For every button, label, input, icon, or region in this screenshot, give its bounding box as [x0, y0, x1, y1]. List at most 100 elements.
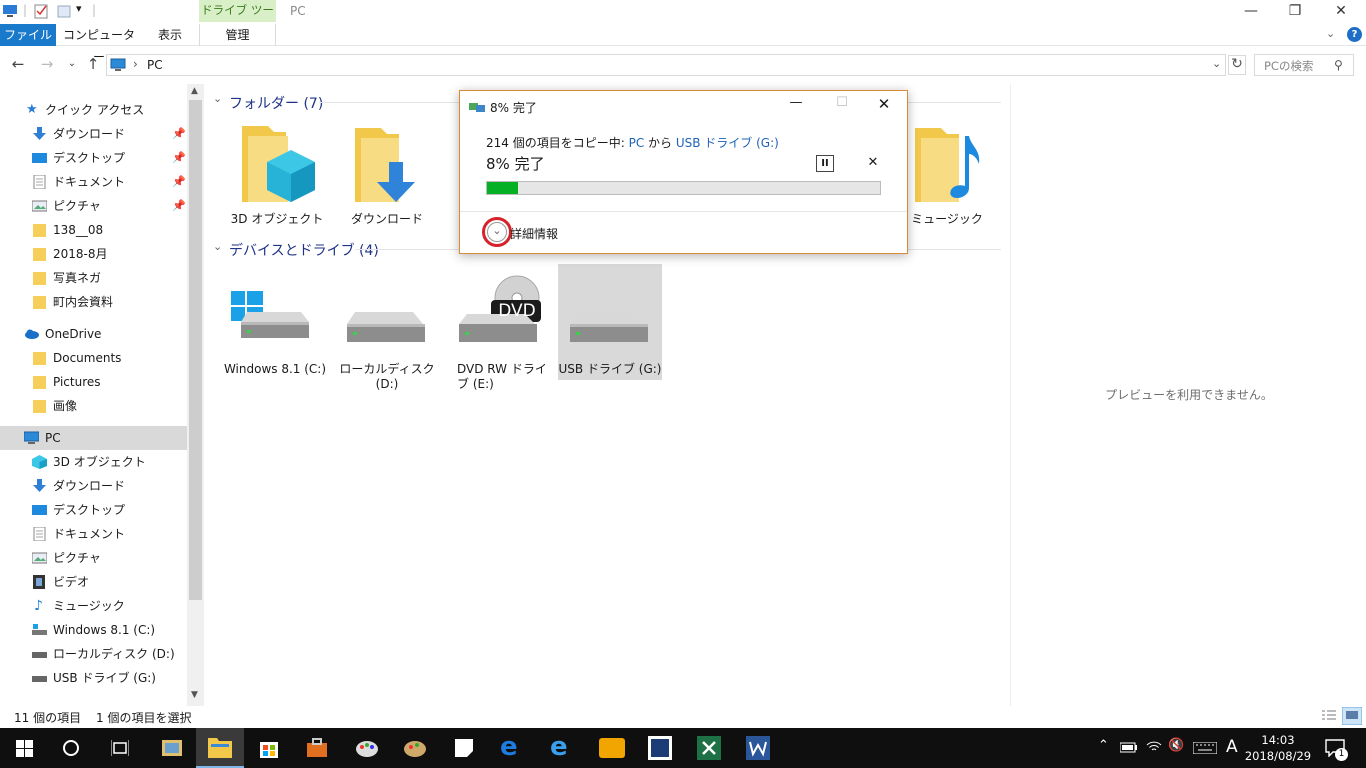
scrollbar-thumb[interactable] [189, 100, 202, 600]
nav-item-desktop[interactable]: デスクトップ 📌 [0, 146, 188, 170]
nav-item-documents[interactable]: ドキュメント 📌 [0, 170, 188, 194]
clock[interactable]: 14:03 2018/08/29 [1242, 732, 1314, 764]
wifi-icon[interactable] [1146, 740, 1162, 754]
minimize-button[interactable]: — [1228, 0, 1274, 24]
up-icon[interactable]: ↑ [83, 56, 103, 74]
folder-music[interactable]: ミュージック [895, 118, 999, 238]
nav-item-documents[interactable]: ドキュメント [0, 522, 188, 546]
toolbox-icon[interactable] [305, 736, 329, 760]
nav-item-folder[interactable]: Documents [0, 346, 188, 370]
nav-item-pictures[interactable]: ピクチャ 📌 [0, 194, 188, 218]
nav-item-drive-d[interactable]: ローカルディスク (D:) [0, 642, 188, 666]
destination-link[interactable]: USB ドライブ (G:) [676, 136, 779, 150]
volume-muted-icon[interactable]: 🔇 [1168, 738, 1184, 753]
photo-app-icon[interactable] [160, 736, 184, 760]
collapse-chevron-icon[interactable]: ⌄ [213, 240, 222, 253]
dialog-maximize-button[interactable]: ☐ [828, 95, 856, 110]
task-view-icon[interactable] [111, 740, 129, 756]
close-button[interactable]: ✕ [1318, 0, 1364, 24]
address-dropdown-icon[interactable]: ⌄ [1212, 57, 1221, 70]
collapse-chevron-icon[interactable]: ⌄ [213, 92, 222, 105]
forward-icon[interactable]: → [37, 56, 57, 74]
pause-button[interactable]: II [816, 155, 834, 172]
drive-e[interactable]: DVD DVD RW ドライブ (E:) [447, 264, 551, 391]
pin-icon[interactable]: 📌 [172, 122, 186, 146]
file-explorer-taskbar-button[interactable] [196, 728, 244, 768]
windows-start-icon[interactable] [16, 740, 33, 757]
nav-item-folder[interactable]: 写真ネガ [0, 266, 188, 290]
new-folder-icon[interactable] [56, 3, 72, 19]
address-bar[interactable]: › PC ⌄ [106, 54, 1226, 76]
details-view-icon[interactable] [1321, 709, 1337, 723]
ribbon-expand-icon[interactable]: ⌄ [1326, 27, 1335, 40]
drive-g[interactable]: USB ドライブ (G:) [558, 264, 662, 380]
source-link[interactable]: PC [629, 136, 645, 150]
restore-button[interactable]: ❐ [1272, 0, 1318, 24]
nav-item-folder[interactable]: 町内会資料 [0, 290, 188, 314]
more-details-button[interactable]: ⌄ [482, 217, 512, 247]
drive-tools-tab[interactable]: ドライブ ツール [199, 0, 276, 37]
tab-computer[interactable]: コンピューター [60, 24, 138, 64]
nav-item-drive-c[interactable]: Windows 8.1 (C:) [0, 618, 188, 642]
qat-dropdown-icon[interactable]: ▾ [76, 2, 82, 15]
large-icons-view-icon[interactable] [1342, 707, 1362, 725]
nav-onedrive[interactable]: OneDrive [0, 322, 188, 346]
folder-3d-objects[interactable]: 3D オブジェクト [225, 118, 329, 238]
ime-mode-indicator[interactable]: A [1226, 737, 1238, 757]
nav-item-downloads[interactable]: ダウンロード [0, 474, 188, 498]
computer-icon[interactable] [2, 3, 18, 19]
drive-c[interactable]: Windows 8.1 (C:) [223, 264, 327, 380]
pin-icon[interactable]: 📌 [172, 170, 186, 194]
back-icon[interactable]: ← [8, 56, 28, 74]
pin-icon[interactable]: 📌 [172, 194, 186, 218]
dialog-close-button[interactable]: ✕ [870, 95, 898, 113]
tab-view[interactable]: 表示 [146, 24, 194, 46]
help-icon[interactable]: ? [1347, 27, 1362, 42]
tab-file[interactable]: ファイル [0, 24, 56, 46]
palette-icon[interactable] [402, 736, 428, 760]
cancel-copy-button[interactable]: ✕ [864, 155, 882, 172]
excel-icon[interactable] [697, 736, 721, 760]
refresh-icon[interactable]: ↻ [1228, 55, 1246, 75]
nav-item-videos[interactable]: ビデオ [0, 570, 188, 594]
nav-item-downloads[interactable]: ダウンロード 📌 [0, 122, 188, 146]
scroll-up-icon[interactable]: ▲ [191, 86, 198, 96]
pin-icon[interactable]: 📌 [172, 146, 186, 170]
devices-group-header[interactable]: デバイスとドライブ (4) [229, 240, 379, 260]
nav-item-folder[interactable]: 画像 [0, 394, 188, 418]
folder-downloads[interactable]: ダウンロード [335, 118, 439, 238]
tab-manage[interactable]: 管理 [199, 24, 276, 46]
nav-item-folder[interactable]: Pictures [0, 370, 188, 394]
breadcrumb-pc[interactable]: PC [147, 58, 163, 72]
scroll-down-icon[interactable]: ▼ [191, 690, 198, 700]
more-details-label[interactable]: 詳細情報 [510, 225, 558, 242]
sticky-notes-icon[interactable] [453, 737, 475, 759]
word-icon[interactable] [746, 736, 770, 760]
folders-group-header[interactable]: フォルダー (7) [229, 93, 323, 113]
nav-scrollbar[interactable]: ▲ ▼ [187, 84, 204, 706]
nav-item-music[interactable]: ♪ ミュージック [0, 594, 188, 618]
battery-icon[interactable] [1120, 741, 1138, 753]
nav-quick-access[interactable]: ★ クイック アクセス [0, 98, 188, 122]
nav-item-folder[interactable]: 2018-8月 [0, 242, 188, 266]
ime-pad-icon[interactable] [648, 736, 672, 760]
nav-item-pictures[interactable]: ピクチャ [0, 546, 188, 570]
search-icon[interactable]: ⚲ [1334, 58, 1343, 72]
recent-dropdown-icon[interactable]: ⌄ [62, 56, 82, 74]
edge-icon[interactable]: e [500, 732, 518, 762]
paint-icon[interactable] [354, 736, 380, 760]
dialog-minimize-button[interactable]: — [782, 95, 810, 110]
nav-item-desktop[interactable]: デスクトップ [0, 498, 188, 522]
nav-item-3d-objects[interactable]: 3D オブジェクト [0, 450, 188, 474]
internet-explorer-icon[interactable]: e [550, 732, 568, 762]
keyboard-icon[interactable] [1193, 742, 1217, 754]
nav-pc[interactable]: PC [0, 426, 187, 450]
cortana-icon[interactable] [63, 740, 79, 756]
nav-item-folder[interactable]: 138__08 [0, 218, 188, 242]
nav-item-drive-g[interactable]: USB ドライブ (G:) [0, 666, 188, 690]
tray-expand-icon[interactable]: ⌃ [1098, 738, 1109, 753]
drive-d[interactable]: ローカルディスク (D:) [335, 264, 439, 391]
store-icon[interactable] [257, 736, 281, 760]
app-icon[interactable] [599, 736, 625, 760]
properties-icon[interactable] [33, 3, 49, 19]
